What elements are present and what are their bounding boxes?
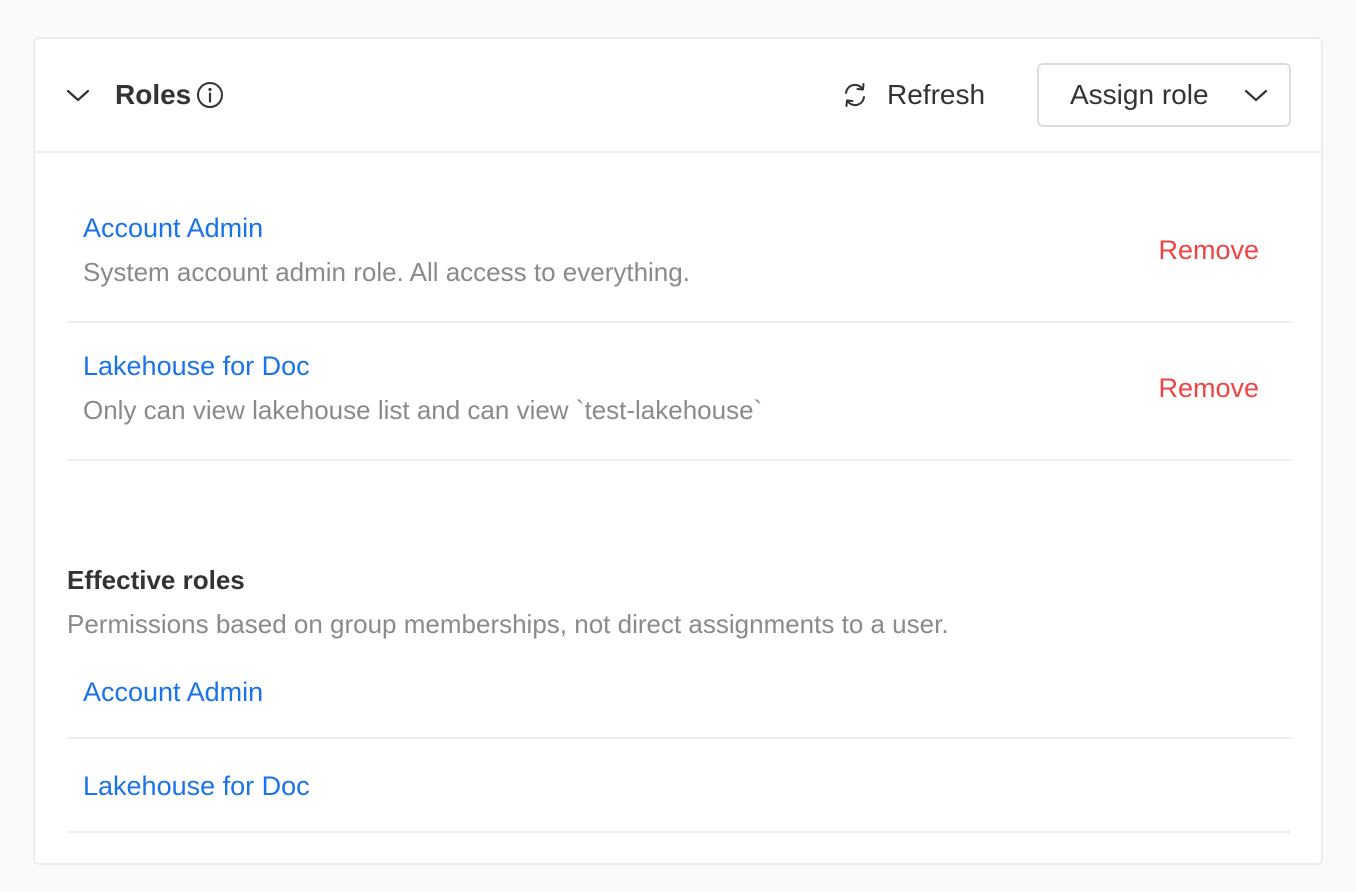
roles-header: Roles Refresh Assign role (35, 39, 1321, 153)
remove-role-button[interactable]: Remove (1158, 371, 1259, 405)
role-row: Lakehouse for Doc Only can view lakehous… (67, 323, 1291, 461)
role-description: System account admin role. All access to… (83, 257, 690, 287)
info-icon[interactable] (196, 81, 224, 109)
effective-role-link[interactable]: Lakehouse for Doc (83, 769, 310, 803)
role-name-link[interactable]: Account Admin (83, 211, 263, 245)
effective-role-row: Account Admin (67, 645, 1291, 739)
effective-role-link[interactable]: Account Admin (83, 675, 263, 709)
effective-roles-subtitle: Permissions based on group memberships, … (67, 609, 949, 639)
role-row: Account Admin System account admin role.… (67, 185, 1291, 323)
assign-role-button[interactable]: Assign role (1037, 63, 1291, 127)
assign-role-label: Assign role (1070, 79, 1209, 110)
refresh-button[interactable]: Refresh (841, 69, 985, 121)
effective-roles-title: Effective roles (67, 565, 245, 595)
remove-role-button[interactable]: Remove (1158, 233, 1259, 267)
role-description: Only can view lakehouse list and can vie… (83, 395, 763, 425)
refresh-icon (845, 83, 865, 107)
refresh-label: Refresh (887, 79, 986, 110)
chevron-down-icon (1244, 89, 1268, 102)
roles-panel: Roles Refresh Assign role Account Admin … (33, 37, 1323, 865)
chevron-down-icon[interactable] (65, 84, 91, 106)
page-title: Roles (115, 79, 192, 110)
effective-role-row: Lakehouse for Doc (67, 739, 1291, 833)
role-name-link[interactable]: Lakehouse for Doc (83, 349, 310, 383)
